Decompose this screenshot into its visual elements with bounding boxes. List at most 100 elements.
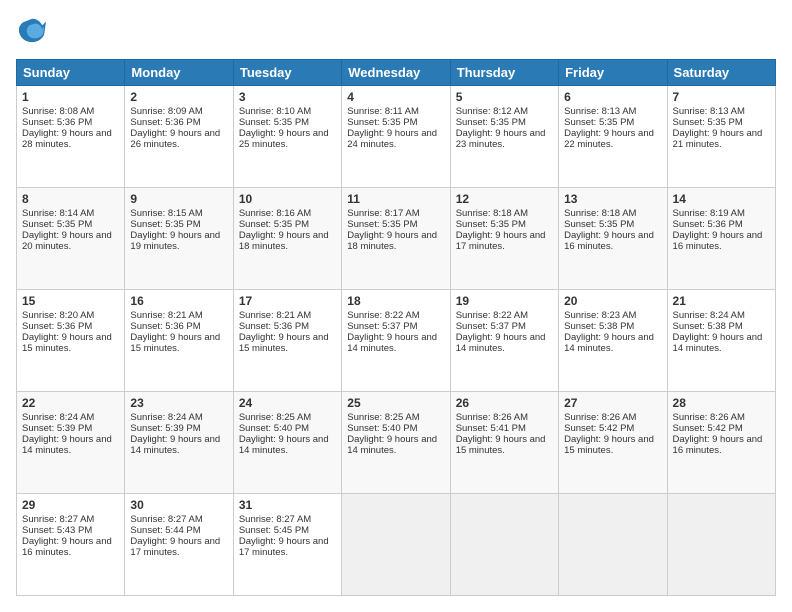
sunrise-label: Sunrise: 8:17 AM xyxy=(347,208,419,219)
day-number: 17 xyxy=(239,294,336,308)
day-cell: 27 Sunrise: 8:26 AM Sunset: 5:42 PM Dayl… xyxy=(559,392,667,494)
day-number: 24 xyxy=(239,396,336,410)
sunrise-label: Sunrise: 8:24 AM xyxy=(22,412,94,423)
sunrise-label: Sunrise: 8:21 AM xyxy=(130,310,202,321)
day-number: 23 xyxy=(130,396,227,410)
day-cell: 12 Sunrise: 8:18 AM Sunset: 5:35 PM Dayl… xyxy=(450,188,558,290)
day-number: 12 xyxy=(456,192,553,206)
sunrise-label: Sunrise: 8:19 AM xyxy=(673,208,745,219)
day-number: 13 xyxy=(564,192,661,206)
sunset-label: Sunset: 5:39 PM xyxy=(130,423,200,434)
day-number: 31 xyxy=(239,498,336,512)
sunrise-label: Sunrise: 8:25 AM xyxy=(347,412,419,423)
sunset-label: Sunset: 5:38 PM xyxy=(564,321,634,332)
sunset-label: Sunset: 5:44 PM xyxy=(130,525,200,536)
day-number: 30 xyxy=(130,498,227,512)
day-number: 19 xyxy=(456,294,553,308)
sunset-label: Sunset: 5:41 PM xyxy=(456,423,526,434)
day-cell: 8 Sunrise: 8:14 AM Sunset: 5:35 PM Dayli… xyxy=(17,188,125,290)
sunset-label: Sunset: 5:35 PM xyxy=(456,117,526,128)
day-number: 4 xyxy=(347,90,444,104)
day-number: 5 xyxy=(456,90,553,104)
day-cell: 5 Sunrise: 8:12 AM Sunset: 5:35 PM Dayli… xyxy=(450,86,558,188)
day-number: 6 xyxy=(564,90,661,104)
day-cell: 6 Sunrise: 8:13 AM Sunset: 5:35 PM Dayli… xyxy=(559,86,667,188)
day-cell: 3 Sunrise: 8:10 AM Sunset: 5:35 PM Dayli… xyxy=(233,86,341,188)
day-number: 20 xyxy=(564,294,661,308)
day-number: 1 xyxy=(22,90,119,104)
sunset-label: Sunset: 5:36 PM xyxy=(22,321,92,332)
sunset-label: Sunset: 5:35 PM xyxy=(673,117,743,128)
daylight-label: Daylight: 9 hours and 18 minutes. xyxy=(347,230,437,252)
daylight-label: Daylight: 9 hours and 14 minutes. xyxy=(456,332,546,354)
sunrise-label: Sunrise: 8:10 AM xyxy=(239,106,311,117)
daylight-label: Daylight: 9 hours and 21 minutes. xyxy=(673,128,763,150)
day-cell: 21 Sunrise: 8:24 AM Sunset: 5:38 PM Dayl… xyxy=(667,290,775,392)
day-cell: 24 Sunrise: 8:25 AM Sunset: 5:40 PM Dayl… xyxy=(233,392,341,494)
sunrise-label: Sunrise: 8:15 AM xyxy=(130,208,202,219)
day-cell: 1 Sunrise: 8:08 AM Sunset: 5:36 PM Dayli… xyxy=(17,86,125,188)
day-number: 29 xyxy=(22,498,119,512)
day-cell: 9 Sunrise: 8:15 AM Sunset: 5:35 PM Dayli… xyxy=(125,188,233,290)
sunrise-label: Sunrise: 8:27 AM xyxy=(239,514,311,525)
day-number: 9 xyxy=(130,192,227,206)
week-row-3: 15 Sunrise: 8:20 AM Sunset: 5:36 PM Dayl… xyxy=(17,290,776,392)
sunset-label: Sunset: 5:38 PM xyxy=(673,321,743,332)
day-cell: 15 Sunrise: 8:20 AM Sunset: 5:36 PM Dayl… xyxy=(17,290,125,392)
day-cell: 2 Sunrise: 8:09 AM Sunset: 5:36 PM Dayli… xyxy=(125,86,233,188)
day-number: 26 xyxy=(456,396,553,410)
weekday-header-sunday: Sunday xyxy=(17,60,125,86)
sunset-label: Sunset: 5:35 PM xyxy=(564,117,634,128)
sunset-label: Sunset: 5:35 PM xyxy=(347,117,417,128)
daylight-label: Daylight: 9 hours and 17 minutes. xyxy=(130,536,220,558)
daylight-label: Daylight: 9 hours and 20 minutes. xyxy=(22,230,112,252)
daylight-label: Daylight: 9 hours and 16 minutes. xyxy=(673,230,763,252)
sunset-label: Sunset: 5:35 PM xyxy=(347,219,417,230)
day-number: 27 xyxy=(564,396,661,410)
sunrise-label: Sunrise: 8:14 AM xyxy=(22,208,94,219)
day-number: 25 xyxy=(347,396,444,410)
day-number: 8 xyxy=(22,192,119,206)
sunset-label: Sunset: 5:36 PM xyxy=(130,321,200,332)
day-number: 28 xyxy=(673,396,770,410)
daylight-label: Daylight: 9 hours and 15 minutes. xyxy=(130,332,220,354)
sunrise-label: Sunrise: 8:25 AM xyxy=(239,412,311,423)
daylight-label: Daylight: 9 hours and 14 minutes. xyxy=(564,332,654,354)
daylight-label: Daylight: 9 hours and 15 minutes. xyxy=(564,434,654,456)
day-cell xyxy=(667,494,775,596)
day-cell: 11 Sunrise: 8:17 AM Sunset: 5:35 PM Dayl… xyxy=(342,188,450,290)
sunset-label: Sunset: 5:37 PM xyxy=(456,321,526,332)
day-cell: 31 Sunrise: 8:27 AM Sunset: 5:45 PM Dayl… xyxy=(233,494,341,596)
sunrise-label: Sunrise: 8:22 AM xyxy=(456,310,528,321)
logo-icon xyxy=(18,16,46,44)
daylight-label: Daylight: 9 hours and 22 minutes. xyxy=(564,128,654,150)
sunrise-label: Sunrise: 8:27 AM xyxy=(22,514,94,525)
sunrise-label: Sunrise: 8:26 AM xyxy=(673,412,745,423)
daylight-label: Daylight: 9 hours and 19 minutes. xyxy=(130,230,220,252)
day-cell xyxy=(450,494,558,596)
day-number: 2 xyxy=(130,90,227,104)
week-row-4: 22 Sunrise: 8:24 AM Sunset: 5:39 PM Dayl… xyxy=(17,392,776,494)
daylight-label: Daylight: 9 hours and 28 minutes. xyxy=(22,128,112,150)
day-cell: 13 Sunrise: 8:18 AM Sunset: 5:35 PM Dayl… xyxy=(559,188,667,290)
sunrise-label: Sunrise: 8:18 AM xyxy=(564,208,636,219)
day-number: 22 xyxy=(22,396,119,410)
daylight-label: Daylight: 9 hours and 17 minutes. xyxy=(239,536,329,558)
daylight-label: Daylight: 9 hours and 16 minutes. xyxy=(673,434,763,456)
sunset-label: Sunset: 5:40 PM xyxy=(239,423,309,434)
week-row-5: 29 Sunrise: 8:27 AM Sunset: 5:43 PM Dayl… xyxy=(17,494,776,596)
sunrise-label: Sunrise: 8:09 AM xyxy=(130,106,202,117)
weekday-header-monday: Monday xyxy=(125,60,233,86)
daylight-label: Daylight: 9 hours and 14 minutes. xyxy=(239,434,329,456)
sunrise-label: Sunrise: 8:22 AM xyxy=(347,310,419,321)
sunset-label: Sunset: 5:36 PM xyxy=(130,117,200,128)
sunset-label: Sunset: 5:35 PM xyxy=(456,219,526,230)
daylight-label: Daylight: 9 hours and 15 minutes. xyxy=(239,332,329,354)
daylight-label: Daylight: 9 hours and 16 minutes. xyxy=(22,536,112,558)
day-number: 7 xyxy=(673,90,770,104)
day-cell: 10 Sunrise: 8:16 AM Sunset: 5:35 PM Dayl… xyxy=(233,188,341,290)
sunrise-label: Sunrise: 8:11 AM xyxy=(347,106,419,117)
day-number: 15 xyxy=(22,294,119,308)
weekday-header-friday: Friday xyxy=(559,60,667,86)
header xyxy=(16,16,776,49)
